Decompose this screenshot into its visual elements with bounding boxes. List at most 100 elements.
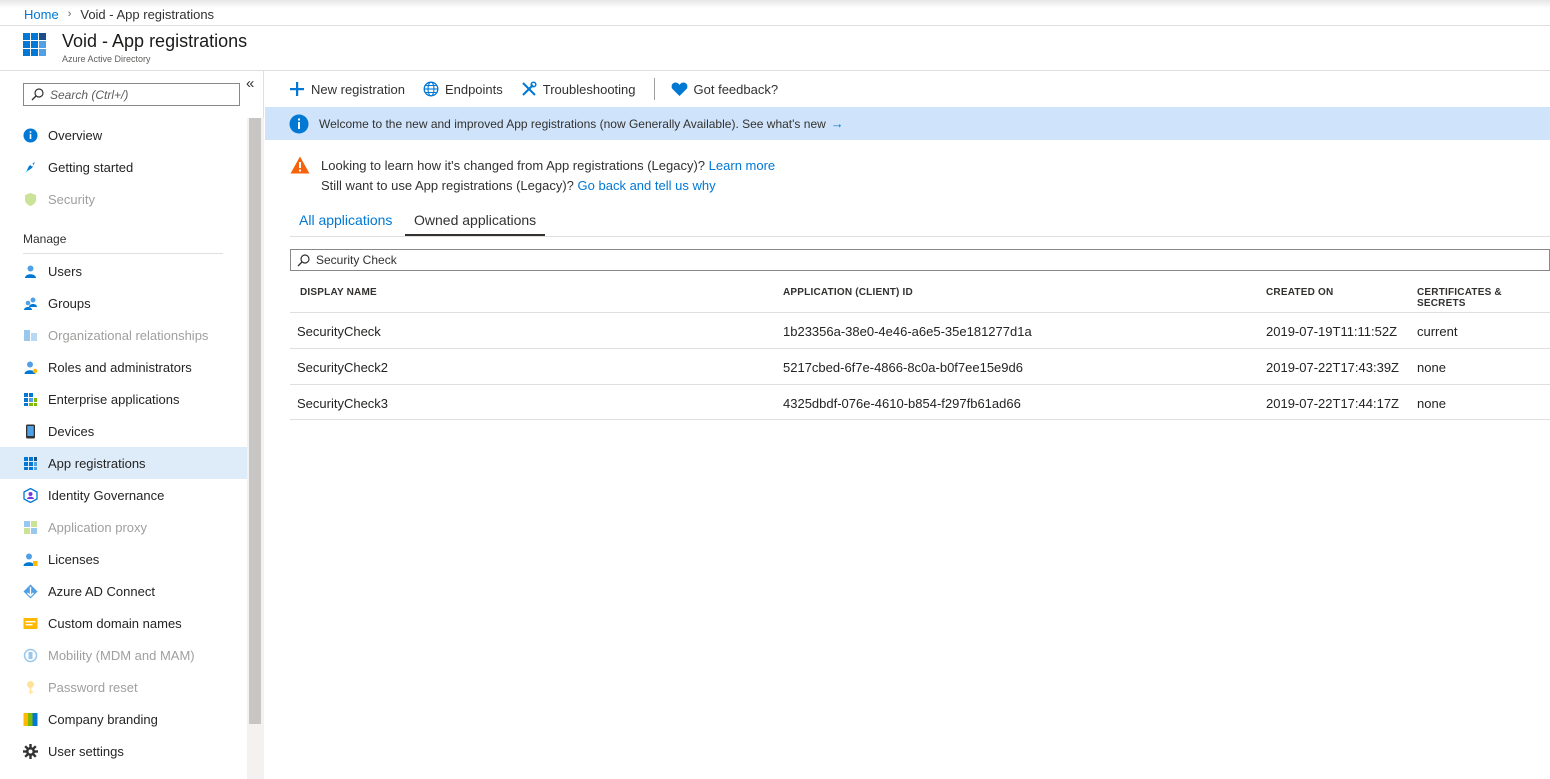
column-header-client-id[interactable]: APPLICATION (CLIENT) ID [783,287,913,298]
sidebar-item-label: Getting started [48,159,134,175]
sidebar-item-custom-domain-names[interactable]: Custom domain names [0,607,247,639]
info-banner-text: Welcome to the new and improved App regi… [319,116,826,131]
info-banner[interactable]: Welcome to the new and improved App regi… [265,107,1550,140]
search-placeholder: Search (Ctrl+/) [50,87,129,102]
sidebar-item-company-branding[interactable]: Company branding [0,703,247,735]
mobility-icon [23,648,38,663]
endpoints-button[interactable]: Endpoints [423,81,503,97]
rocket-icon [23,160,38,175]
key-icon [23,680,38,695]
chevron-right-icon: › [67,8,72,20]
heart-icon [671,82,687,96]
new-registration-label: New registration [311,81,405,97]
toolbar-separator [653,78,655,100]
tab-all-applications[interactable]: All applications [290,212,401,236]
application-filter-input[interactable]: Security Check [290,249,1550,271]
column-header-created-on[interactable]: CREATED ON [1266,287,1333,298]
troubleshooting-label: Troubleshooting [542,81,636,97]
sidebar-scrollbar-thumb[interactable] [249,118,261,724]
sidebar-item-password-reset[interactable]: Password reset [0,671,247,703]
tab-owned-applications[interactable]: Owned applications [405,212,546,236]
sidebar-search-input[interactable]: Search (Ctrl+/) [23,83,240,106]
sidebar-item-label: Devices [48,423,95,439]
sidebar-scrollbar[interactable] [247,118,264,779]
sidebar-item-users[interactable]: Users [0,255,247,287]
app-client-id: 5217cbed-6f7e-4866-8c0a-b0f7ee15e9d6 [783,360,1023,375]
learn-more-link[interactable]: Learn more [709,158,775,173]
breadcrumb-divider [0,25,1550,26]
sidebar-item-label: Application proxy [48,519,147,535]
app-display-name[interactable]: SecurityCheck [297,324,381,339]
plus-icon [290,82,304,96]
got-feedback-label: Got feedback? [693,81,779,97]
group-icon [23,296,38,311]
sidebar-item-label: Custom domain names [48,615,182,631]
sidebar-item-security[interactable]: Security [0,183,247,215]
sidebar-item-label: User settings [48,743,124,759]
search-icon [31,88,44,101]
shield-icon [23,192,38,207]
breadcrumb-home-link[interactable]: Home [24,7,59,22]
app-display-name[interactable]: SecurityCheck3 [297,396,388,411]
sidebar-item-label: Licenses [48,551,100,567]
apps-icon [23,392,38,407]
sidebar-item-roles-and-administrators[interactable]: Roles and administrators [0,351,247,383]
sidebar-item-azure-ad-connect[interactable]: Azure AD Connect [0,575,247,607]
sidebar-item-enterprise-applications[interactable]: Enterprise applications [0,383,247,415]
sidebar-item-user-settings[interactable]: User settings [0,735,247,767]
app-certificates-status: none [1417,396,1446,411]
info-icon [23,128,38,143]
got-feedback-button[interactable]: Got feedback? [671,81,779,97]
app-created-on: 2019-07-19T11:11:52Z [1266,324,1398,339]
sidebar-item-label: Roles and administrators [48,359,192,375]
arrow-right-icon: → [830,116,844,131]
sidebar-item-label: Groups [48,295,91,311]
filter-value: Security Check [316,253,397,267]
sidebar-item-label: Azure AD Connect [48,583,155,599]
sidebar-item-identity-governance[interactable]: Identity Governance [0,479,247,511]
sidebar-item-application-proxy[interactable]: Application proxy [0,511,247,543]
column-header-certificates-secrets[interactable]: CERTIFICATES & SECRETS [1417,287,1550,309]
legacy-line1: Looking to learn how it's changed from A… [321,158,706,173]
new-registration-button[interactable]: New registration [289,81,405,97]
table-row[interactable]: SecurityCheck2 5217cbed-6f7e-4866-8c0a-b… [290,348,1550,384]
sidebar: « Search (Ctrl+/) Overview Getting start… [0,71,264,779]
sidebar-item-organizational-relationships[interactable]: Organizational relationships [0,319,247,351]
sidebar-item-overview[interactable]: Overview [0,119,247,151]
go-back-link[interactable]: Go back and tell us why [578,178,716,193]
app-client-id: 4325dbdf-076e-4610-b854-f297fb61ad66 [783,396,1021,411]
wrench-screwdriver-icon [522,81,537,96]
sidebar-item-label: Users [48,263,82,279]
endpoints-label: Endpoints [444,81,503,97]
sidebar-item-getting-started[interactable]: Getting started [0,151,247,183]
app-certificates-status: current [1417,324,1458,339]
sidebar-item-groups[interactable]: Groups [0,287,247,319]
sidebar-section-manage: Manage [23,232,67,246]
sidebar-item-label: Identity Governance [48,487,165,503]
sidebar-item-devices[interactable]: Devices [0,415,247,447]
sidebar-item-app-registrations[interactable]: App registrations [0,447,247,479]
sidebar-item-mobility[interactable]: Mobility (MDM and MAM) [0,639,247,671]
sidebar-section-divider [23,253,223,254]
app-display-name[interactable]: SecurityCheck2 [297,360,388,375]
gear-icon [23,743,38,759]
sidebar-item-label: Password reset [48,679,138,695]
column-header-display-name[interactable]: DISPLAY NAME [300,287,377,298]
table-row[interactable]: SecurityCheck3 4325dbdf-076e-4610-b854-f… [290,384,1550,420]
app-created-on: 2019-07-22T17:44:17Z [1266,396,1399,411]
breadcrumb-current: Void - App registrations [80,6,215,22]
sidebar-item-label: Security [48,191,95,207]
table-row[interactable]: SecurityCheck 1b23356a-38e0-4e46-a6e5-35… [290,312,1550,348]
sidebar-item-label: App registrations [48,455,146,471]
tabs-divider [290,236,1550,237]
top-fade [0,0,1550,8]
warning-icon [290,156,310,174]
sidebar-item-label: Overview [48,127,103,143]
troubleshooting-button[interactable]: Troubleshooting [521,81,636,97]
app-certificates-status: none [1417,360,1446,375]
branding-icon [23,712,38,727]
collapse-sidebar-button[interactable]: « [246,75,254,92]
sidebar-item-licenses[interactable]: Licenses [0,543,247,575]
globe-icon [423,81,439,97]
info-icon [289,114,309,133]
